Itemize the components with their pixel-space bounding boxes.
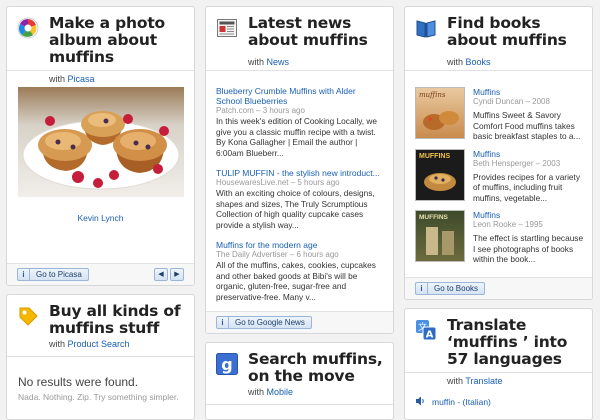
book-item: MUFFINS Muffins Beth Hensperger – 2003 P… xyxy=(415,148,586,204)
news-card: Latest news about muffins with News Blue… xyxy=(205,6,394,334)
with-prefix: with xyxy=(248,57,265,67)
photo-caption-link[interactable]: Kevin Lynch xyxy=(7,213,194,223)
book-title-link[interactable]: Muffins xyxy=(473,87,586,97)
mobile-link[interactable]: Mobile xyxy=(267,387,294,397)
news-card-title: Latest news about muffins xyxy=(248,14,368,49)
with-prefix: with xyxy=(447,376,464,386)
google-g-icon: g xyxy=(216,353,238,375)
book-list: muffins Muffins Cyndi Duncan – 2008 Muff… xyxy=(415,87,586,272)
info-icon: i xyxy=(416,283,428,294)
translate-card-title: Translate ‘muffins ’ into 57 languages xyxy=(447,316,568,368)
translate-icon: 文 A xyxy=(415,319,437,341)
translation-item[interactable]: muffin - (Italian) xyxy=(415,393,491,411)
go-to-picasa-button[interactable]: i Go to Picasa xyxy=(17,268,89,281)
translate-card-header: 文 A Translate ‘muffins ’ into 57 languag… xyxy=(405,309,592,386)
muffin-photo[interactable] xyxy=(18,87,184,197)
news-item: TULIP MUFFIN - the stylish new introduct… xyxy=(216,168,383,230)
next-arrow-icon[interactable]: ▶ xyxy=(170,268,184,281)
photo-card-header: Make a photo album about muffins with Pi… xyxy=(7,7,194,84)
book-info: Muffins Cyndi Duncan – 2008 Muffins Swee… xyxy=(473,87,586,142)
news-item-title[interactable]: TULIP MUFFIN - the stylish new introduct… xyxy=(216,168,383,178)
price-tag-icon xyxy=(17,305,39,327)
no-results-text: No results were found. xyxy=(18,375,139,389)
news-card-with: with News xyxy=(248,57,385,72)
info-icon: i xyxy=(18,269,30,280)
book-cover[interactable]: muffins xyxy=(415,87,465,139)
with-prefix: with xyxy=(49,339,66,349)
books-card-with: with Books xyxy=(447,57,584,72)
book-icon xyxy=(415,17,437,39)
book-title-link[interactable]: Muffins xyxy=(473,210,586,220)
photo-card-title: Make a photo album about muffins xyxy=(49,14,165,66)
book-description: Muffins Sweet & Savory Comfort Food muff… xyxy=(473,110,581,141)
news-item-snippet: All of the muffins, cakes, cookies, cupc… xyxy=(216,260,376,302)
mobile-card-with: with Mobile xyxy=(248,387,385,402)
newspaper-icon xyxy=(216,17,238,39)
books-card-header: Find books about muffins with Books xyxy=(405,7,592,71)
news-item-source: The Daily Advertiser – 6 hours ago xyxy=(216,250,339,259)
picasa-link[interactable]: Picasa xyxy=(68,74,95,84)
svg-text:g: g xyxy=(221,355,232,374)
books-card-footer: i Go to Books xyxy=(405,277,592,299)
photo-pager: ◀ ▶ xyxy=(154,268,184,281)
news-item: Blueberry Crumble Muffins with Alder Sch… xyxy=(216,86,383,158)
book-cover[interactable]: MUFFINS xyxy=(415,210,465,262)
product-search-card: Buy all kinds of muffins stuff with Prod… xyxy=(6,294,195,420)
info-icon: i xyxy=(217,317,229,328)
photo-album-card: Make a photo album about muffins with Pi… xyxy=(6,6,195,286)
books-link[interactable]: Books xyxy=(466,57,491,67)
book-description: The effect is startling because I see ph… xyxy=(473,233,584,264)
translate-link[interactable]: Translate xyxy=(465,376,502,386)
book-cover[interactable]: MUFFINS xyxy=(415,148,465,201)
news-card-header: Latest news about muffins with News xyxy=(206,7,393,71)
news-item-source: HousewaresLive.net – 5 hours ago xyxy=(216,178,340,187)
mobile-card: g Search muffins, on the move with Mobil… xyxy=(205,342,394,420)
go-to-books-button[interactable]: i Go to Books xyxy=(415,282,486,295)
go-to-books-label: Go to Books xyxy=(434,284,479,293)
translate-card-with: with Translate xyxy=(447,376,584,391)
go-to-news-label: Go to Google News xyxy=(235,318,305,327)
books-card: Find books about muffins with Books muff… xyxy=(404,6,593,300)
with-prefix: with xyxy=(49,74,66,84)
book-author-year: Leon Rooke – 1995 xyxy=(473,220,543,229)
no-results-subtext: Nada. Nothing. Zip. Try something simple… xyxy=(18,392,179,402)
product-card-header: Buy all kinds of muffins stuff with Prod… xyxy=(7,295,194,357)
with-prefix: with xyxy=(248,387,265,397)
translate-card: 文 A Translate ‘muffins ’ into 57 languag… xyxy=(404,308,593,420)
news-list: Blueberry Crumble Muffins with Alder Sch… xyxy=(216,86,383,312)
book-description: Provides recipes for a variety of muffin… xyxy=(473,171,580,203)
mobile-card-header: g Search muffins, on the move with Mobil… xyxy=(206,343,393,405)
news-link[interactable]: News xyxy=(267,57,290,67)
book-item: muffins Muffins Cyndi Duncan – 2008 Muff… xyxy=(415,87,586,142)
speaker-icon[interactable] xyxy=(415,393,426,411)
product-card-with: with Product Search xyxy=(49,339,186,354)
book-title-link[interactable]: Muffins xyxy=(473,149,586,159)
news-item: Muffins for the modern age The Daily Adv… xyxy=(216,240,383,302)
book-author-year: Beth Hensperger – 2003 xyxy=(473,158,561,168)
product-search-link[interactable]: Product Search xyxy=(68,339,130,349)
prev-arrow-icon[interactable]: ◀ xyxy=(154,268,168,281)
photo-card-footer: i Go to Picasa ◀ ▶ xyxy=(7,263,194,285)
picasa-icon xyxy=(17,17,39,39)
book-info: Muffins Leon Rooke – 1995 The effect is … xyxy=(473,210,586,265)
go-to-google-news-button[interactable]: i Go to Google News xyxy=(216,316,312,329)
product-card-title: Buy all kinds of muffins stuff xyxy=(49,302,181,337)
news-card-footer: i Go to Google News xyxy=(206,311,393,333)
news-item-source: Patch.com – 3 hours ago xyxy=(216,106,305,115)
news-item-snippet: In this week's edition of Cooking Locall… xyxy=(216,116,377,158)
svg-text:A: A xyxy=(426,330,434,341)
book-info: Muffins Beth Hensperger – 2003 Provides … xyxy=(473,149,586,204)
news-item-title[interactable]: Muffins for the modern age xyxy=(216,240,383,250)
news-item-title[interactable]: Blueberry Crumble Muffins with Alder Sch… xyxy=(216,86,383,106)
book-item: MUFFINS Muffins Leon Rooke – 1995 The ef… xyxy=(415,210,586,265)
news-item-snippet: With an exciting choice of colours, desi… xyxy=(216,188,375,230)
book-author-year: Cyndi Duncan – 2008 xyxy=(473,97,550,106)
with-prefix: with xyxy=(447,57,464,67)
books-card-title: Find books about muffins xyxy=(447,14,567,49)
go-to-picasa-label: Go to Picasa xyxy=(36,270,82,279)
mobile-card-title: Search muffins, on the move xyxy=(248,350,383,385)
translation-link[interactable]: muffin - (Italian) xyxy=(432,397,491,407)
